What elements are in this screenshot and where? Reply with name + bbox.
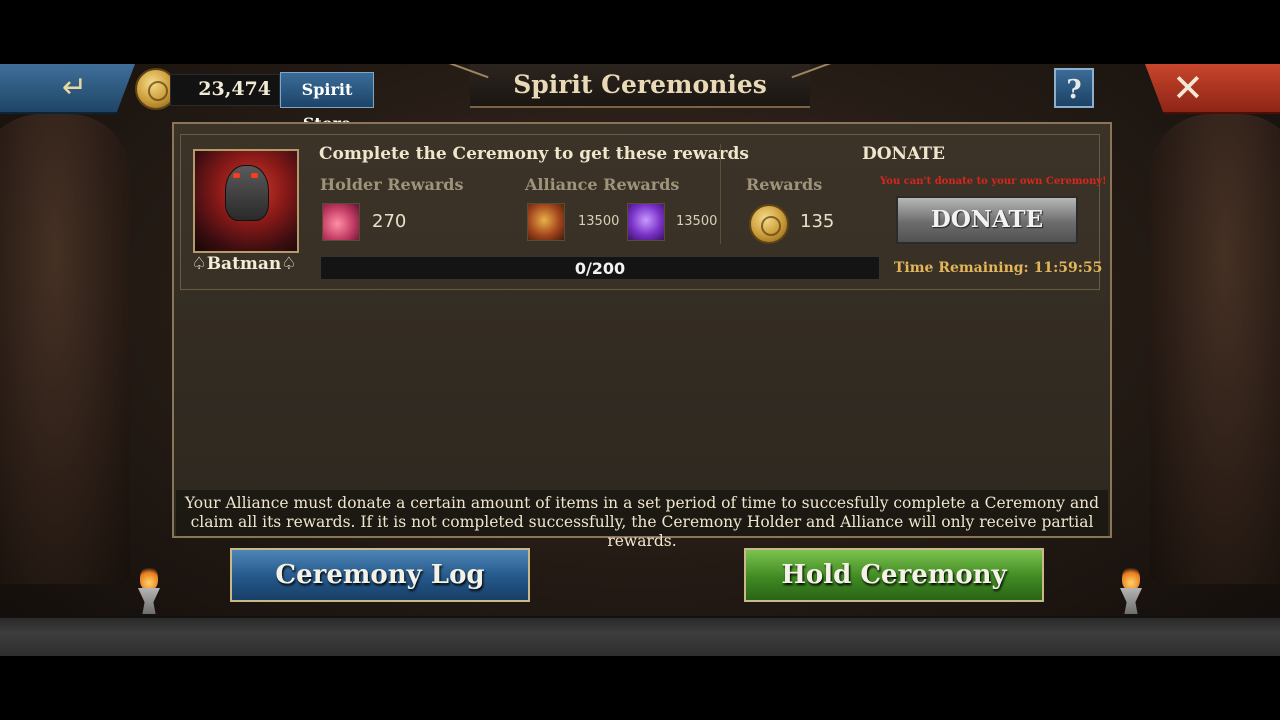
eye-left: [233, 173, 240, 178]
section-divider: [720, 144, 721, 244]
holder-reward-amount: 270: [372, 211, 407, 232]
statue-right: [1150, 114, 1280, 584]
title-plate: Spirit Ceremonies: [470, 64, 810, 108]
alliance-reward-2-amount: 13500: [676, 214, 718, 229]
progress-text: 0/200: [574, 259, 626, 278]
floor: [0, 616, 1280, 656]
currency-amount: 23,474: [198, 78, 271, 100]
holder-name: ♤Batman♤: [191, 254, 297, 274]
donate-warning: You can't donate to your own Ceremony!: [880, 176, 1107, 187]
purple-crystal-icon[interactable]: [627, 203, 665, 241]
torch-right: [1120, 566, 1142, 614]
close-button[interactable]: ✕: [1145, 64, 1280, 114]
donation-progress-bar: 0/200: [320, 256, 880, 280]
time-remaining: Time Remaining: 11:59:55: [894, 260, 1103, 276]
donate-heading: DONATE: [862, 144, 945, 164]
back-arrow-icon: ↵: [62, 70, 88, 105]
page-title: Spirit Ceremonies: [513, 70, 767, 99]
rewards-amount: 135: [800, 211, 835, 232]
meat-item-icon[interactable]: [322, 203, 360, 241]
game-scene: ↵ 23,474 Spirit Store Spirit Ceremonies …: [0, 64, 1280, 656]
ceremony-info-text: Your Alliance must donate a certain amou…: [176, 490, 1108, 550]
statue-left: [0, 114, 130, 584]
eye-right: [251, 173, 258, 178]
back-button[interactable]: ↵: [0, 64, 135, 114]
alliance-reward-1-amount: 13500: [578, 214, 620, 229]
holder-portrait[interactable]: [193, 149, 299, 253]
alliance-rewards-label: Alliance Rewards: [525, 175, 680, 194]
ceremony-log-button[interactable]: Ceremony Log: [230, 548, 530, 602]
donate-button[interactable]: DONATE: [896, 196, 1078, 244]
spartan-helmet-icon[interactable]: [527, 203, 565, 241]
hold-ceremony-button[interactable]: Hold Ceremony: [744, 548, 1044, 602]
spirit-store-button[interactable]: Spirit Store: [280, 72, 374, 133]
holder-rewards-label: Holder Rewards: [320, 175, 464, 194]
torch-left: [138, 566, 160, 614]
helmet-figure: [225, 165, 269, 221]
ceremony-heading: Complete the Ceremony to get these rewar…: [319, 144, 749, 164]
currency-display: 23,474: [170, 74, 280, 106]
spirit-coin-reward-icon[interactable]: [749, 204, 789, 244]
close-icon: ✕: [1172, 66, 1204, 110]
rewards-label: Rewards: [746, 175, 823, 194]
help-button[interactable]: ?: [1054, 68, 1094, 108]
